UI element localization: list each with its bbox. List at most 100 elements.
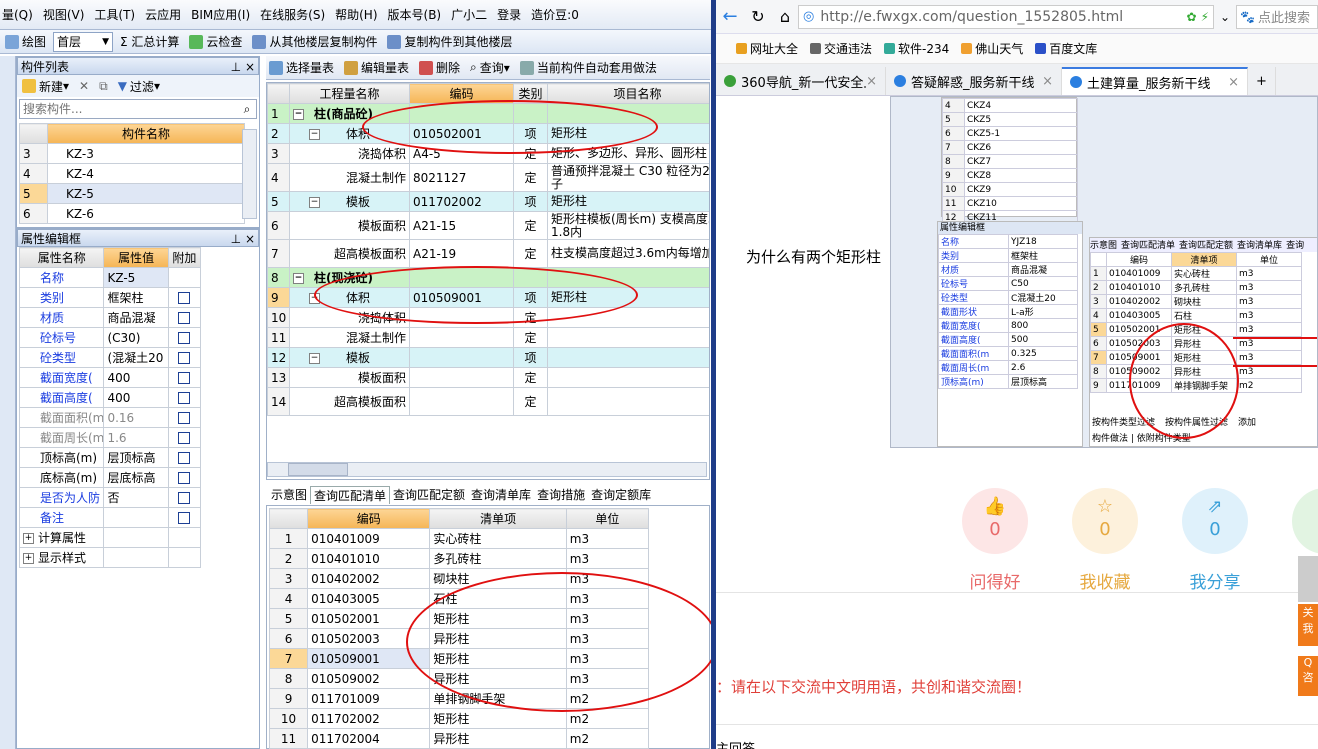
checkbox[interactable] xyxy=(178,472,191,484)
checkbox[interactable] xyxy=(178,412,191,424)
new-tab-icon[interactable]: + xyxy=(1248,67,1276,95)
checkbox[interactable] xyxy=(178,352,191,364)
property-row[interactable]: 截面高度(400 xyxy=(18,387,202,408)
table-row[interactable]: 4 KZ-4 xyxy=(19,163,245,184)
quantity-row[interactable]: 5− 模板 011702002 项矩形柱 xyxy=(267,191,709,212)
quantity-row[interactable]: 14 超高模板面积定 xyxy=(267,387,709,416)
menu-item-6[interactable]: 帮助(H) xyxy=(335,6,377,23)
property-row[interactable]: 截面宽度(400 xyxy=(18,367,202,388)
bookmark-item[interactable]: 佛山天气 xyxy=(961,40,1023,57)
expand-icon[interactable]: + xyxy=(23,533,34,544)
property-row[interactable]: 是否为人防否 xyxy=(18,487,202,508)
url-field[interactable]: ◎ http://e.fwxgx.com/question_1552805.ht… xyxy=(798,4,1214,29)
expand-icon[interactable]: + xyxy=(23,553,34,564)
home-icon[interactable]: ⌂ xyxy=(772,7,798,26)
quantity-row[interactable]: 13 模板面积定 xyxy=(267,367,709,388)
collapse-icon[interactable]: − xyxy=(309,129,320,140)
property-row[interactable]: 顶标高(m) 层顶标高 xyxy=(18,447,202,468)
menu-item-0[interactable]: 量(Q) xyxy=(2,6,33,23)
sum-calc-button[interactable]: Σ 汇总计算 xyxy=(117,32,182,52)
delete-icon[interactable]: ✕ xyxy=(76,76,92,96)
property-row[interactable]: 截面周长(m 1.6 xyxy=(18,427,202,448)
menu-item-5[interactable]: 在线服务(S) xyxy=(260,6,325,23)
match-row[interactable]: 11 011702004 异形柱 m2 xyxy=(268,728,650,749)
checkbox[interactable] xyxy=(178,292,191,304)
pin-icon[interactable]: ⊥ × xyxy=(231,59,255,75)
menu-item-2[interactable]: 工具(T) xyxy=(94,6,135,23)
tab-list-library[interactable]: 查询清单库 xyxy=(468,486,534,504)
quantity-row[interactable]: 4 混凝土制作 8021127 定普通预拌混凝土 C30 粒径为20子 xyxy=(267,163,709,192)
property-row[interactable]: + 计算属性 xyxy=(18,527,202,548)
browser-tab-0[interactable]: 360导航_新一代安全上网× xyxy=(716,67,886,95)
table-row[interactable]: 3 KZ-3 xyxy=(19,143,245,164)
property-row[interactable]: 底标高(m) 层底标高 xyxy=(18,467,202,488)
checkbox[interactable] xyxy=(178,372,191,384)
checkbox[interactable] xyxy=(178,452,191,464)
chevron-down-icon[interactable]: ⌄ xyxy=(1214,10,1236,24)
property-row[interactable]: 类别 框架柱 xyxy=(18,287,202,308)
property-row[interactable]: 砼标号 (C30) xyxy=(18,327,202,348)
checkbox[interactable] xyxy=(178,312,191,324)
property-row[interactable]: 砼类型 (混凝土20 xyxy=(18,347,202,368)
menu-item-3[interactable]: 云应用 xyxy=(145,6,181,23)
menu-item-8[interactable]: 广小二 xyxy=(451,6,487,23)
side-float-bar[interactable] xyxy=(1298,556,1318,602)
match-row[interactable]: 2 010401010 多孔砖柱 m3 xyxy=(268,548,650,569)
menu-item-9[interactable]: 登录 xyxy=(497,6,521,23)
match-row[interactable]: 10 011702002 矩形柱 m2 xyxy=(268,708,650,729)
quantity-row[interactable]: 12− 模板项 xyxy=(267,347,709,368)
search-field[interactable]: 🐾 点此搜索 xyxy=(1236,4,1318,29)
filter-button[interactable]: ▼ 过滤 ▾ xyxy=(115,76,163,96)
tab-match-quota[interactable]: 查询匹配定额 xyxy=(390,486,468,504)
collapse-icon[interactable]: − xyxy=(293,109,304,120)
checkbox[interactable] xyxy=(178,392,191,404)
menu-item-1[interactable]: 视图(V) xyxy=(43,6,85,23)
checkbox[interactable] xyxy=(178,492,191,504)
component-search-input[interactable] xyxy=(20,102,238,116)
tab-quota-library[interactable]: 查询定额库 xyxy=(588,486,654,504)
property-row[interactable]: 截面面积(m 0.16 xyxy=(18,407,202,428)
action-share-button[interactable]: ⇗ 0 xyxy=(1182,488,1248,554)
copy-to-floor-button[interactable]: 复制构件到其他楼层 xyxy=(384,32,515,52)
side-float-follow[interactable]: 关我 xyxy=(1298,604,1318,646)
property-row[interactable]: 备注 xyxy=(18,507,202,528)
browser-tab-2[interactable]: 土建算量_服务新干线 × xyxy=(1062,67,1248,95)
bookmark-item[interactable]: 交通违法 xyxy=(810,40,872,57)
edit-qty-table-button[interactable]: 编辑量表 xyxy=(341,58,412,78)
property-row[interactable]: 材质 商品混凝 xyxy=(18,307,202,328)
cloud-check-button[interactable]: 云检查 xyxy=(186,32,245,52)
table-row[interactable]: 6 KZ-6 xyxy=(19,203,245,224)
copy-icon[interactable]: ⧉ xyxy=(96,76,111,96)
checkbox[interactable] xyxy=(178,332,191,344)
property-row[interactable]: 名称 KZ-5 xyxy=(18,267,202,288)
query-button[interactable]: ⌕ 查询 ▾ xyxy=(467,58,513,78)
search-icon[interactable]: ⌕ xyxy=(238,102,256,117)
property-row[interactable]: + 显示样式 xyxy=(18,547,202,568)
action-like-button[interactable]: 👍 0 xyxy=(962,488,1028,554)
checkbox[interactable] xyxy=(178,432,191,444)
close-icon[interactable]: × xyxy=(1228,75,1239,90)
copy-from-floor-button[interactable]: 从其他楼层复制构件 xyxy=(249,32,380,52)
bookmark-item[interactable]: 网址大全 xyxy=(736,40,798,57)
menu-item-10[interactable]: 造价豆:0 xyxy=(531,6,579,23)
menu-item-4[interactable]: BIM应用(I) xyxy=(191,6,250,23)
tab-measures[interactable]: 查询措施 xyxy=(534,486,588,504)
quantity-row[interactable]: 6 模板面积 A21-15 定矩形柱模板(周长m) 支模高度3 1.8内 xyxy=(267,211,709,240)
select-qty-table-button[interactable]: 选择量表 xyxy=(266,58,337,78)
tab-match-list[interactable]: 查询匹配清单 xyxy=(310,486,391,504)
close-icon[interactable]: × xyxy=(866,74,877,89)
horizontal-scrollbar[interactable] xyxy=(267,462,707,477)
new-button[interactable]: 新建 ▾ xyxy=(19,76,72,96)
pin-icon[interactable]: ⊥ × xyxy=(231,231,255,247)
checkbox[interactable] xyxy=(178,512,191,524)
menu-item-7[interactable]: 版本号(B) xyxy=(388,6,442,23)
scrollbar[interactable] xyxy=(242,129,257,219)
table-row[interactable]: 5 KZ-5 xyxy=(19,183,245,204)
auto-apply-button[interactable]: 当前构件自动套用做法 xyxy=(517,58,660,78)
quantity-row[interactable]: 7 超高模板面积 A21-19 定柱支模高度超过3.6m内每增加1 xyxy=(267,239,709,268)
collapse-icon[interactable]: − xyxy=(309,197,320,208)
tab-diagram[interactable]: 示意图 xyxy=(268,486,310,504)
delete-button[interactable]: 删除 xyxy=(416,58,463,78)
quantity-row[interactable]: 11 混凝土制作定 xyxy=(267,327,709,348)
bookmark-item[interactable]: 软件-234 xyxy=(884,40,949,57)
